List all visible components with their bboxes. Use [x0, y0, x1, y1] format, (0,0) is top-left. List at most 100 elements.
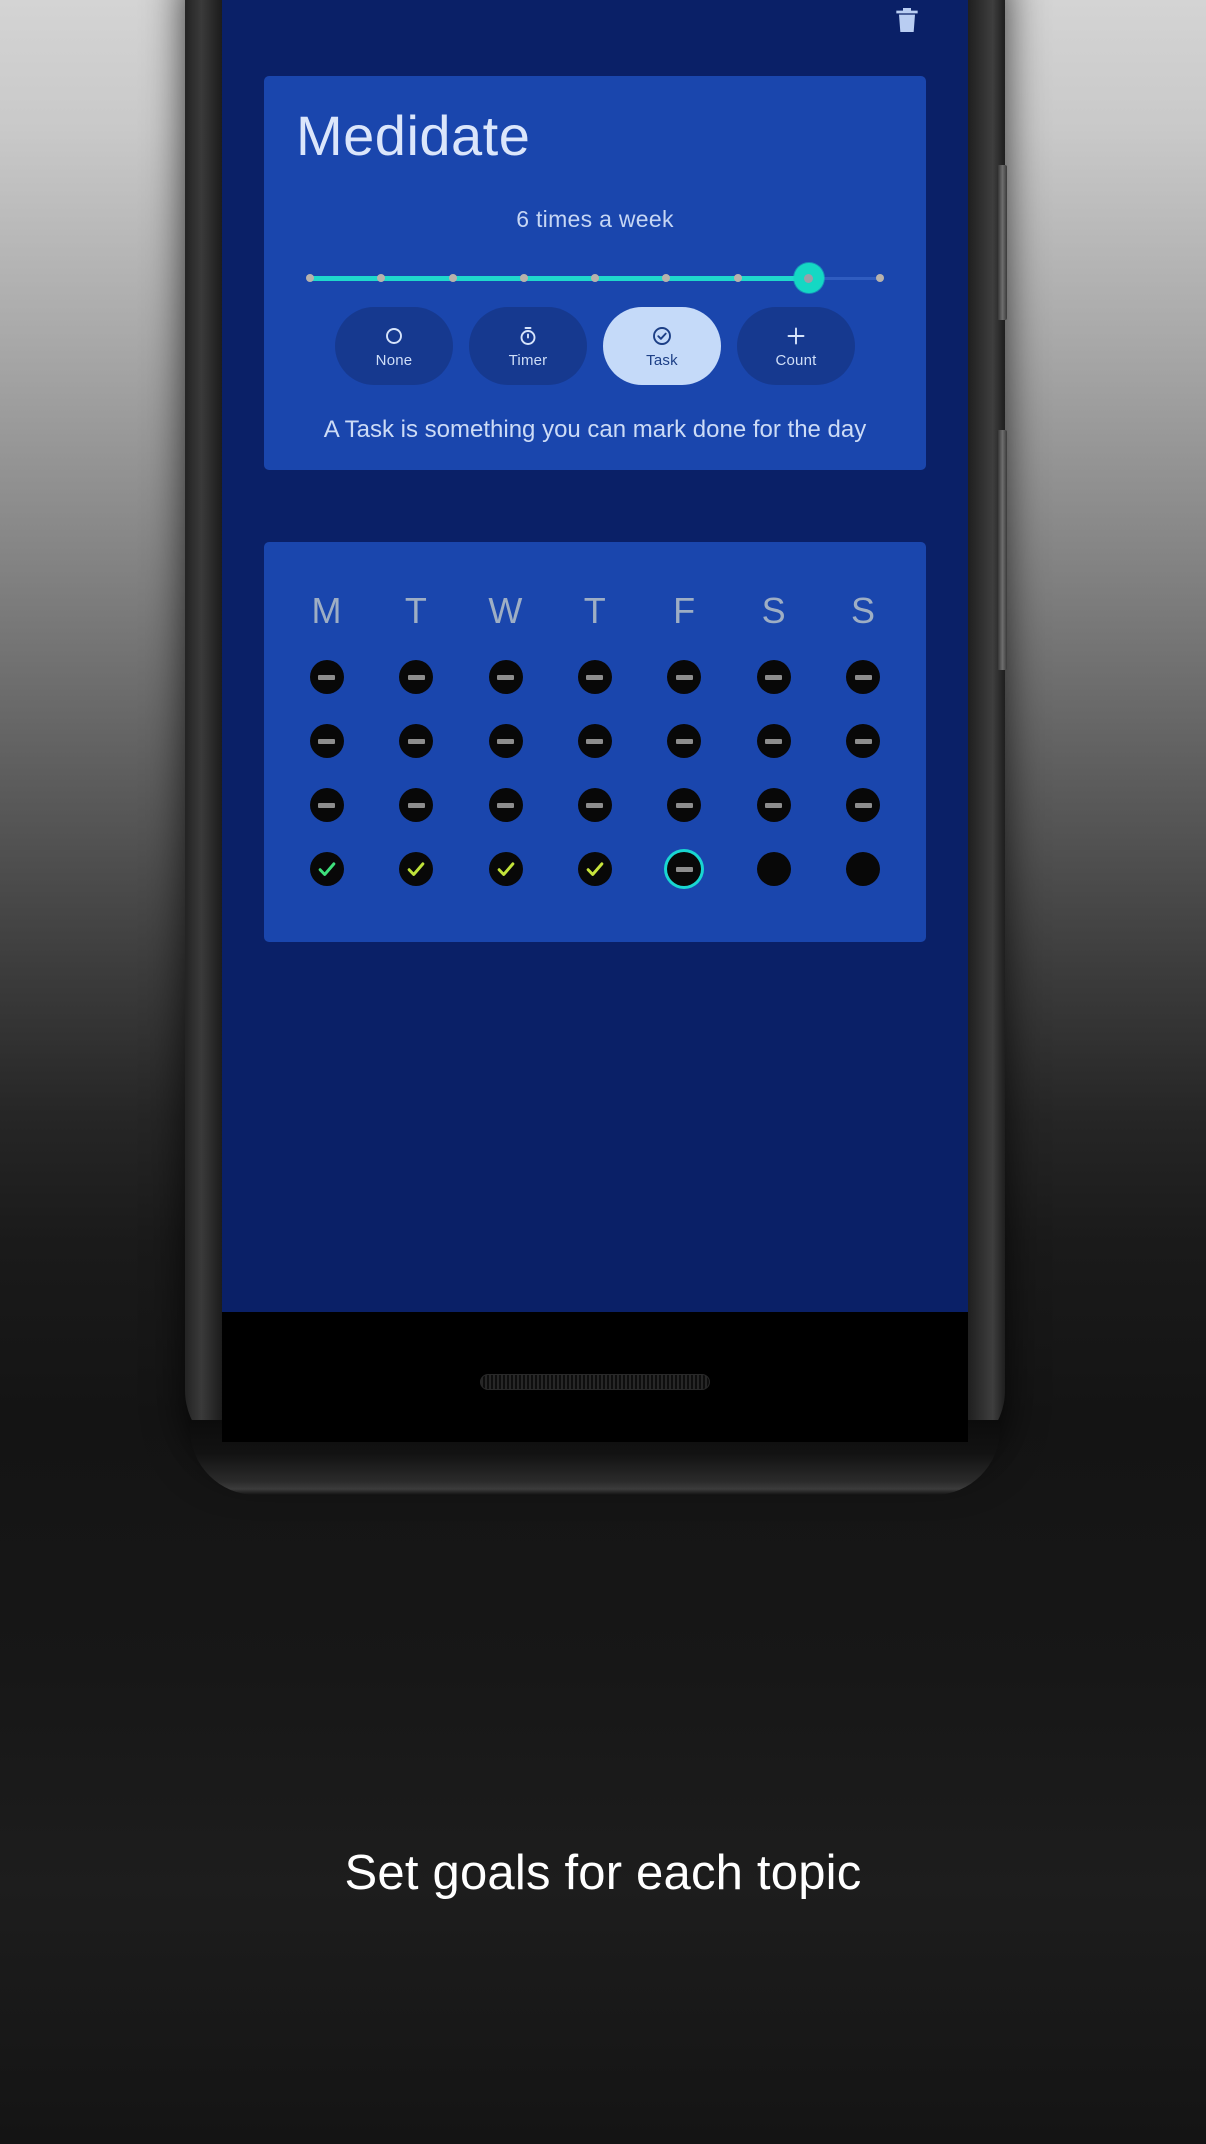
calendar-card: MTWTFSS [264, 542, 926, 943]
day-cell [550, 788, 639, 823]
app-body: Medidate 6 times a week None Timer Task Cou… [222, 0, 968, 1312]
day-dot-none[interactable] [667, 660, 702, 695]
power-button[interactable] [997, 165, 1007, 320]
slider-tick[interactable] [733, 274, 742, 283]
goal-type-chip-timer[interactable]: Timer [469, 307, 587, 386]
goal-type-description: A Task is something you can mark done fo… [323, 416, 867, 444]
day-dot-none[interactable] [667, 788, 702, 823]
day-dot-none[interactable] [577, 660, 612, 695]
day-dot-none[interactable] [399, 788, 434, 823]
day-cell [371, 852, 460, 887]
promo-caption: Set goals for each topic [344, 1846, 862, 1900]
slider-tick[interactable] [876, 274, 884, 283]
day-cell [371, 788, 460, 823]
day-cell [371, 660, 460, 695]
day-dot-today[interactable] [667, 852, 702, 887]
day-dot-done[interactable] [488, 852, 523, 887]
stopwatch-icon [516, 323, 540, 349]
slider-tick[interactable] [519, 274, 528, 283]
day-dot-empty[interactable] [756, 852, 791, 887]
habit-title: Medidate [296, 104, 531, 167]
day-cell [640, 852, 729, 887]
goal-card: Medidate 6 times a week None Timer Task Cou… [264, 76, 926, 471]
day-dot-none[interactable] [399, 660, 434, 695]
day-dot-none[interactable] [309, 660, 344, 695]
day-dot-none[interactable] [309, 724, 344, 759]
minus-icon [497, 674, 515, 680]
check-icon [316, 858, 338, 880]
weekday-label: S [851, 590, 876, 632]
slider-tick[interactable] [662, 274, 671, 283]
minus-icon [407, 802, 425, 808]
check-icon [495, 858, 517, 880]
slider-tick[interactable] [306, 274, 314, 283]
day-cell [461, 724, 550, 759]
app-bar [222, 0, 968, 76]
day-dot-done[interactable] [399, 852, 434, 887]
day-cell [461, 660, 550, 695]
minus-icon [586, 802, 604, 808]
frequency-label: 6 times a week [516, 206, 674, 233]
goal-type-chip-none[interactable]: None [335, 307, 453, 386]
day-dot-none[interactable] [488, 660, 523, 695]
minus-icon [765, 802, 783, 808]
minus-icon [765, 674, 783, 680]
day-dot-done[interactable] [309, 852, 344, 887]
slider-thumb[interactable] [793, 263, 824, 294]
minus-icon [407, 738, 425, 744]
frequency-slider[interactable] [306, 255, 884, 301]
day-dot-none[interactable] [309, 788, 344, 823]
slider-tick[interactable] [377, 274, 386, 283]
day-dot-none[interactable] [399, 724, 434, 759]
minus-icon [675, 866, 693, 872]
goal-type-chip-count[interactable]: Count [737, 307, 855, 386]
day-cell [640, 724, 729, 759]
weekday-header: MTWTFSS [264, 590, 926, 632]
minus-icon [586, 738, 604, 744]
day-dot-none[interactable] [846, 724, 881, 759]
volume-button[interactable] [997, 430, 1007, 670]
day-dot-none[interactable] [667, 724, 702, 759]
weekday-label: W [488, 590, 523, 632]
weekday-label: F [673, 590, 696, 632]
day-dot-none[interactable] [577, 788, 612, 823]
slider-tick[interactable] [591, 274, 599, 283]
day-cell [282, 788, 371, 823]
minus-icon [407, 674, 425, 680]
day-dot-none[interactable] [488, 788, 523, 823]
day-cell [729, 852, 818, 887]
phone-chin [222, 1312, 968, 1442]
day-dot-empty[interactable] [846, 852, 881, 887]
check-circle-icon [650, 323, 674, 349]
day-cell [461, 852, 550, 887]
day-cell [819, 660, 908, 695]
minus-icon [318, 674, 336, 680]
day-cell [371, 724, 460, 759]
goal-type-chip-label: Count [775, 352, 817, 370]
day-dot-done[interactable] [577, 852, 612, 887]
day-cell [640, 788, 729, 823]
slider-tick[interactable] [448, 274, 457, 283]
minus-icon [675, 674, 693, 680]
day-dot-none[interactable] [577, 724, 612, 759]
day-cell [550, 724, 639, 759]
day-cell [282, 660, 371, 695]
day-dot-none[interactable] [756, 660, 791, 695]
goal-type-chips: None Timer Task Count [264, 307, 926, 386]
minus-icon [675, 802, 693, 808]
day-cell [729, 724, 818, 759]
minus-icon [854, 802, 872, 808]
weekday-label: T [583, 590, 607, 632]
minus-icon [318, 802, 336, 808]
minus-icon [675, 738, 693, 744]
goal-type-chip-task[interactable]: Task [603, 307, 721, 386]
day-dot-none[interactable] [846, 788, 881, 823]
day-dot-none[interactable] [488, 724, 523, 759]
delete-button[interactable] [880, 0, 934, 48]
plus-icon [784, 323, 808, 349]
day-dot-none[interactable] [846, 660, 881, 695]
day-dot-none[interactable] [756, 724, 791, 759]
weekday-label: S [761, 590, 787, 632]
minus-icon [497, 802, 515, 808]
day-dot-none[interactable] [756, 788, 791, 823]
